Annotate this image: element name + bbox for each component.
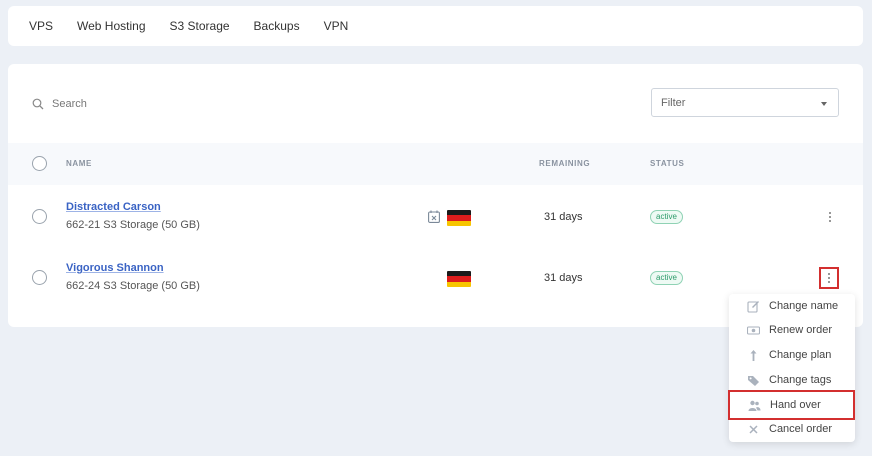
nav-tab-vpn[interactable]: VPN — [324, 6, 349, 46]
tag-icon — [748, 375, 759, 386]
status-badge: active — [650, 271, 683, 285]
select-all-checkbox[interactable] — [32, 156, 47, 171]
orders-panel: Search Filter NAME REMAINING STATUS Dist… — [8, 64, 863, 327]
close-icon — [749, 424, 758, 434]
order-subtitle: 662-21 S3 Storage (50 GB) — [66, 219, 200, 231]
edit-icon — [747, 300, 759, 313]
order-name-link[interactable]: Distracted Carson — [66, 201, 161, 213]
row-actions-menu: Change name Renew order Change plan Chan… — [728, 294, 855, 442]
menu-item-hand-over[interactable]: Hand over — [728, 390, 855, 420]
order-name-link[interactable]: Vigorous Shannon — [66, 262, 164, 274]
column-header-name: NAME — [66, 159, 92, 168]
top-nav: VPS Web Hosting S3 Storage Backups VPN — [8, 6, 863, 46]
menu-item-cancel-order[interactable]: Cancel order — [729, 417, 855, 441]
calendar-icon — [428, 210, 440, 223]
menu-item-change-name[interactable]: Change name — [729, 294, 855, 318]
nav-tab-s3-storage[interactable]: S3 Storage — [170, 6, 230, 46]
menu-item-renew-order[interactable]: Renew order — [729, 318, 855, 342]
menu-item-change-tags[interactable]: Change tags — [729, 368, 855, 392]
row-actions-menu-button[interactable] — [819, 267, 839, 289]
filter-placeholder: Filter — [661, 96, 686, 109]
nav-tab-web-hosting[interactable]: Web Hosting — [77, 6, 145, 46]
search-placeholder: Search — [52, 98, 87, 110]
column-header-status: STATUS — [650, 159, 685, 168]
search-icon — [32, 98, 44, 110]
nav-tab-vps[interactable]: VPS — [29, 6, 53, 46]
column-header-remaining: REMAINING — [539, 159, 591, 168]
nav-tab-backups[interactable]: Backups — [254, 6, 300, 46]
chevron-down-icon — [821, 102, 827, 106]
order-subtitle: 662-24 S3 Storage (50 GB) — [66, 280, 200, 292]
germany-flag-icon — [447, 271, 471, 287]
search-input[interactable]: Search — [32, 94, 87, 114]
remaining-days: 31 days — [544, 211, 583, 223]
table-header: NAME REMAINING STATUS — [8, 143, 863, 185]
row-checkbox[interactable] — [32, 270, 47, 285]
filter-select[interactable]: Filter — [651, 88, 839, 117]
users-icon — [748, 400, 761, 411]
arrow-up-icon — [750, 349, 757, 361]
status-badge: active — [650, 210, 683, 224]
table-row: Distracted Carson 662-21 S3 Storage (50 … — [8, 187, 863, 247]
row-actions-menu-button[interactable] — [820, 206, 840, 228]
menu-item-change-plan[interactable]: Change plan — [729, 343, 855, 367]
money-icon — [747, 325, 760, 335]
remaining-days: 31 days — [544, 272, 583, 284]
row-checkbox[interactable] — [32, 209, 47, 224]
germany-flag-icon — [447, 210, 471, 226]
